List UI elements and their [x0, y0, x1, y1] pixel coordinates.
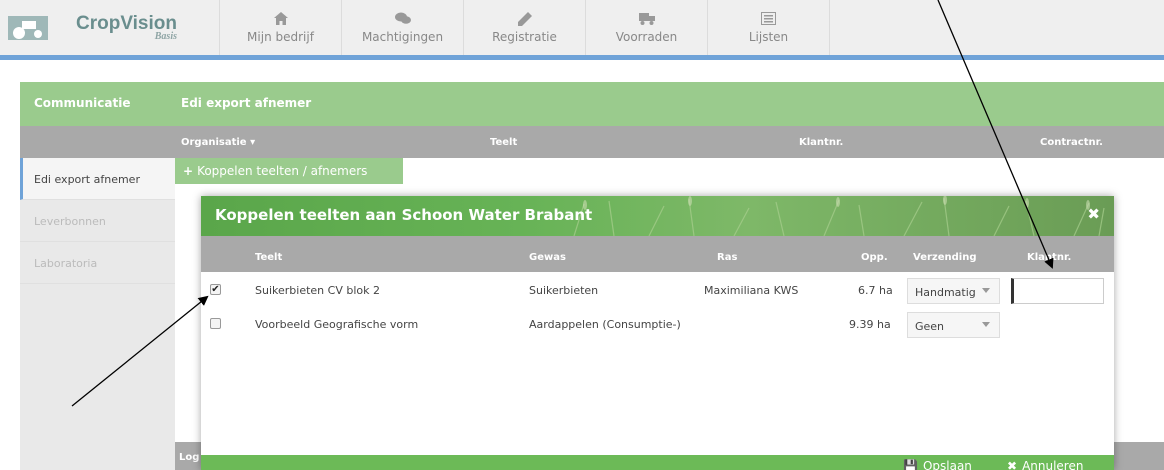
cell-teelt: Voorbeeld Geografische vorm	[255, 318, 419, 331]
cell-gewas: Suikerbieten	[529, 284, 599, 297]
caret-down-icon	[982, 288, 990, 293]
header-opp: Opp.	[861, 252, 888, 263]
nav-voorraden[interactable]: Voorraden	[586, 0, 708, 55]
table-row: Voorbeeld Geografische vorm Aardappelen …	[201, 306, 1114, 340]
table-row: ✔ Suikerbieten CV blok 2 Suikerbieten Ma…	[201, 272, 1114, 306]
verzending-select[interactable]: Handmatig	[907, 278, 1000, 304]
table-header: Organisatie ▾ Teelt Klantnr. Contractnr.	[20, 126, 1164, 158]
brand-name: CropVision	[76, 12, 177, 34]
cell-teelt: Suikerbieten CV blok 2	[255, 284, 380, 297]
cancel-button[interactable]: ✖ Annuleren	[1007, 459, 1083, 470]
chat-icon	[394, 12, 411, 26]
row-checkbox[interactable]: ✔	[210, 284, 221, 295]
truck-icon	[638, 12, 655, 26]
nav-registratie[interactable]: Registratie	[464, 0, 586, 55]
sidebar-item-leverbonnen[interactable]: Leverbonnen	[20, 200, 175, 242]
header-ras: Ras	[717, 252, 738, 263]
column-teelt: Teelt	[490, 137, 518, 148]
klantnr-input[interactable]	[1011, 278, 1104, 304]
column-klantnr: Klantnr.	[799, 137, 844, 148]
nav-label: Registratie	[492, 29, 557, 44]
plus-icon: +	[183, 164, 194, 178]
home-icon	[273, 12, 289, 26]
nav-label: Lijsten	[748, 29, 789, 44]
page-title: Edi export afnemer	[181, 96, 312, 110]
sidebar: Edi export afnemer Leverbonnen Laborator…	[20, 158, 175, 470]
dialog-header: Koppelen teelten aan Schoon Water Braban…	[201, 196, 1114, 236]
close-icon: ✖	[1007, 459, 1018, 470]
sidebar-item-edi-export[interactable]: Edi export afnemer	[20, 158, 175, 200]
header-gewas: Gewas	[529, 252, 566, 263]
header-klantnr: Klantnr.	[1027, 252, 1072, 263]
nav-mijn-bedrijf[interactable]: Mijn bedrijf	[220, 0, 342, 55]
verzending-value: Geen	[915, 320, 945, 333]
verzending-value: Handmatig	[915, 286, 976, 299]
nav-label: Mijn bedrijf	[247, 29, 314, 44]
top-navigation-bar: CropVision Basis Mijn bedrijf Machtiging…	[0, 0, 1164, 60]
main-nav: Mijn bedrijf Machtigingen Registratie Vo…	[220, 0, 830, 55]
verzending-select[interactable]: Geen	[907, 312, 1000, 338]
koppelen-label: Koppelen teelten / afnemers	[197, 164, 368, 178]
cell-opp: 6.7 ha	[858, 284, 893, 297]
floppy-disk-icon: 💾	[903, 459, 918, 470]
header-teelt: Teelt	[255, 252, 283, 263]
caret-down-icon	[982, 322, 990, 327]
section-header: Communicatie Edi export afnemer	[20, 82, 1164, 126]
save-button[interactable]: 💾 Opslaan	[903, 459, 972, 470]
section-title: Communicatie	[34, 96, 131, 110]
list-icon	[761, 12, 777, 26]
cell-gewas: Aardappelen (Consumptie-)	[529, 318, 681, 331]
cancel-label: Annuleren	[1022, 459, 1084, 470]
app-logo[interactable]: CropVision Basis	[0, 0, 220, 55]
dialog-table-header: Teelt Gewas Ras Opp. Verzending Klantnr.	[201, 236, 1114, 272]
nav-label: Voorraden	[615, 29, 678, 44]
nav-label: Machtigingen	[361, 29, 444, 44]
column-contractnr: Contractnr.	[1040, 137, 1103, 148]
dialog-footer: 💾 Opslaan ✖ Annuleren	[201, 455, 1114, 470]
nav-machtigingen[interactable]: Machtigingen	[342, 0, 464, 55]
save-label: Opslaan	[922, 459, 972, 470]
pencil-icon	[517, 11, 533, 26]
close-icon[interactable]: ✖	[1087, 205, 1100, 223]
koppelen-dialog: Koppelen teelten aan Schoon Water Braban…	[201, 196, 1114, 470]
nav-lijsten[interactable]: Lijsten	[708, 0, 830, 55]
koppelen-button[interactable]: + Koppelen teelten / afnemers	[175, 158, 403, 184]
cell-ras: Maximiliana KWS	[704, 284, 799, 297]
caret-down-icon: ▾	[250, 137, 256, 148]
row-checkbox[interactable]	[210, 318, 221, 329]
dialog-title: Koppelen teelten aan Schoon Water Braban…	[215, 206, 593, 224]
tractor-icon	[8, 15, 48, 40]
header-verzending: Verzending	[913, 252, 977, 263]
cell-opp: 9.39 ha	[849, 318, 891, 331]
column-organisatie[interactable]: Organisatie ▾	[181, 137, 255, 148]
grass-background-image	[573, 196, 1105, 236]
sidebar-item-laboratoria[interactable]: Laboratoria	[20, 242, 175, 284]
